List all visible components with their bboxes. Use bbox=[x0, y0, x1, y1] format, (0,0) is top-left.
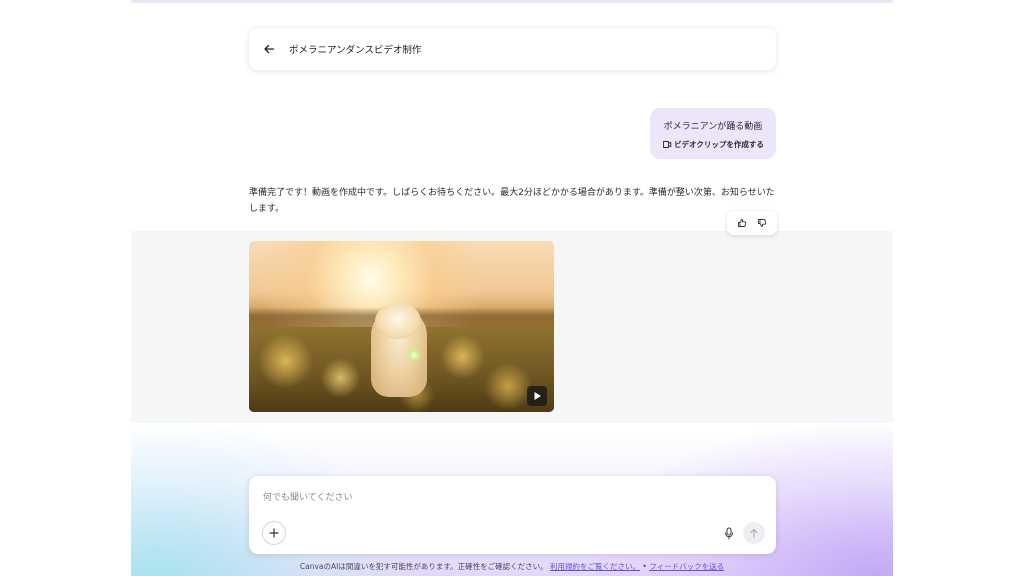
user-message-bubble: ポメラニアンが踊る動画 ビデオクリップを作成する bbox=[650, 108, 776, 159]
thumbs-down-icon bbox=[758, 219, 767, 227]
lens-flare bbox=[407, 348, 421, 362]
canva-ai-chat-panel: ポメラニアンダンスビデオ制作 ポメラニアンが踊る動画 ビデオクリップを作成する … bbox=[131, 0, 893, 576]
top-divider bbox=[131, 0, 893, 3]
thumbs-up-icon bbox=[738, 219, 747, 227]
conversation-header: ポメラニアンダンスビデオ制作 bbox=[249, 28, 776, 70]
feedback-link[interactable]: フィードバックを送る bbox=[649, 562, 724, 571]
thumbs-up-button[interactable] bbox=[734, 215, 750, 231]
video-clip-chip[interactable]: ビデオクリップを作成する bbox=[650, 139, 776, 150]
feedback-controls bbox=[727, 211, 777, 235]
pomeranian-head bbox=[375, 303, 421, 339]
footer-disclaimer: CanvaのAIは間違いを犯す可能性があります。正確性をご確認ください。 利用規… bbox=[131, 561, 893, 572]
microphone-icon bbox=[725, 527, 733, 539]
video-clip-icon bbox=[663, 141, 672, 148]
assistant-message-text: 準備完了です！動画を作成中です。しばらくお待ちください。最大2分ほどかかる場合が… bbox=[249, 188, 775, 214]
send-button[interactable] bbox=[743, 522, 765, 544]
add-button[interactable] bbox=[262, 521, 286, 545]
microphone-button[interactable] bbox=[720, 524, 738, 542]
generated-video-thumbnail[interactable] bbox=[249, 241, 554, 412]
play-button[interactable] bbox=[527, 386, 547, 406]
prompt-input[interactable] bbox=[263, 489, 743, 507]
back-button[interactable] bbox=[249, 28, 289, 70]
terms-link[interactable]: 利用規約をご覧ください。 bbox=[550, 562, 640, 571]
user-message-text: ポメラニアンが踊る動画 bbox=[663, 122, 763, 132]
thumbs-down-button[interactable] bbox=[754, 215, 770, 231]
arrow-left-icon bbox=[264, 44, 275, 54]
play-icon bbox=[534, 392, 541, 400]
disclaimer-text: CanvaのAIは間違いを犯す可能性があります。正確性をご確認ください。 bbox=[299, 562, 548, 571]
footer-separator: • bbox=[642, 562, 647, 571]
conversation-title: ポメラニアンダンスビデオ制作 bbox=[289, 45, 422, 56]
plus-icon bbox=[269, 528, 279, 538]
composer bbox=[249, 476, 776, 554]
arrow-up-icon bbox=[750, 528, 758, 538]
video-clip-chip-label: ビデオクリップを作成する bbox=[674, 140, 764, 149]
